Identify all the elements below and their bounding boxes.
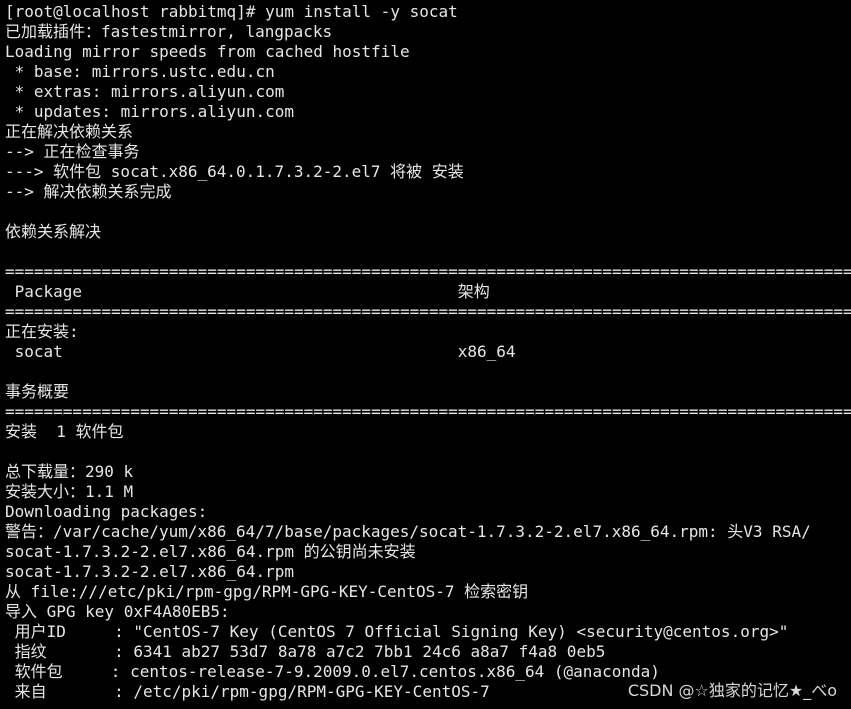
terminal-window[interactable]: [root@localhost rabbitmq]# yum install -… — [0, 0, 851, 709]
output-line: Downloading packages: — [5, 502, 208, 521]
output-line: 正在解决依赖关系 — [5, 122, 134, 141]
package-row: socat x86_64 — [5, 342, 516, 361]
output-line: * updates: mirrors.aliyun.com — [5, 102, 294, 121]
output-line: 总下载量：290 k — [5, 462, 134, 481]
output-line: 从 file:///etc/pki/rpm-gpg/RPM-GPG-KEY-Ce… — [5, 582, 529, 601]
command-line: [root@localhost rabbitmq]# yum install -… — [5, 2, 458, 21]
key-info-line: 用户ID : "CentOS-7 Key (CentOS 7 Official … — [5, 622, 789, 641]
table-header-line: Package 架构 — [5, 282, 490, 301]
output-line: 安装大小：1.1 M — [5, 482, 134, 501]
output-line: Loading mirror speeds from cached hostfi… — [5, 42, 410, 61]
key-info-line: 软件包 : centos-release-7-9.2009.0.el7.cent… — [5, 662, 660, 681]
output-line: 导入 GPG key 0xF4A80EB5: — [5, 602, 230, 621]
output-line: 安装 1 软件包 — [5, 422, 124, 441]
output-line: socat-1.7.3.2-2.el7.x86_64.rpm — [5, 562, 294, 581]
output-line: 正在安装: — [5, 322, 79, 341]
separator-line: ========================================… — [5, 402, 851, 421]
csdn-watermark: CSDN @☆独家的记忆★_べo — [627, 681, 837, 700]
warning-line: 警告：/var/cache/yum/x86_64/7/base/packages… — [5, 522, 811, 541]
output-line: socat-1.7.3.2-2.el7.x86_64.rpm 的公钥尚未安装 — [5, 542, 416, 561]
separator-line: ========================================… — [5, 262, 851, 281]
output-line: * extras: mirrors.aliyun.com — [5, 82, 285, 101]
output-line: 依赖关系解决 — [5, 222, 102, 241]
output-line: --> 正在检查事务 — [5, 142, 140, 161]
output-line: * base: mirrors.ustc.edu.cn — [5, 62, 275, 81]
separator-line: ========================================… — [5, 302, 851, 321]
output-line: --> 解决依赖关系完成 — [5, 182, 172, 201]
output-line: 事务概要 — [5, 382, 70, 401]
output-line: ---> 软件包 socat.x86_64.0.1.7.3.2-2.el7 将被… — [5, 162, 464, 181]
output-line: 已加载插件：fastestmirror, langpacks — [5, 22, 333, 41]
key-info-line: 指纹 : 6341 ab27 53d7 8a78 a7c2 7bb1 24c6 … — [5, 642, 606, 661]
